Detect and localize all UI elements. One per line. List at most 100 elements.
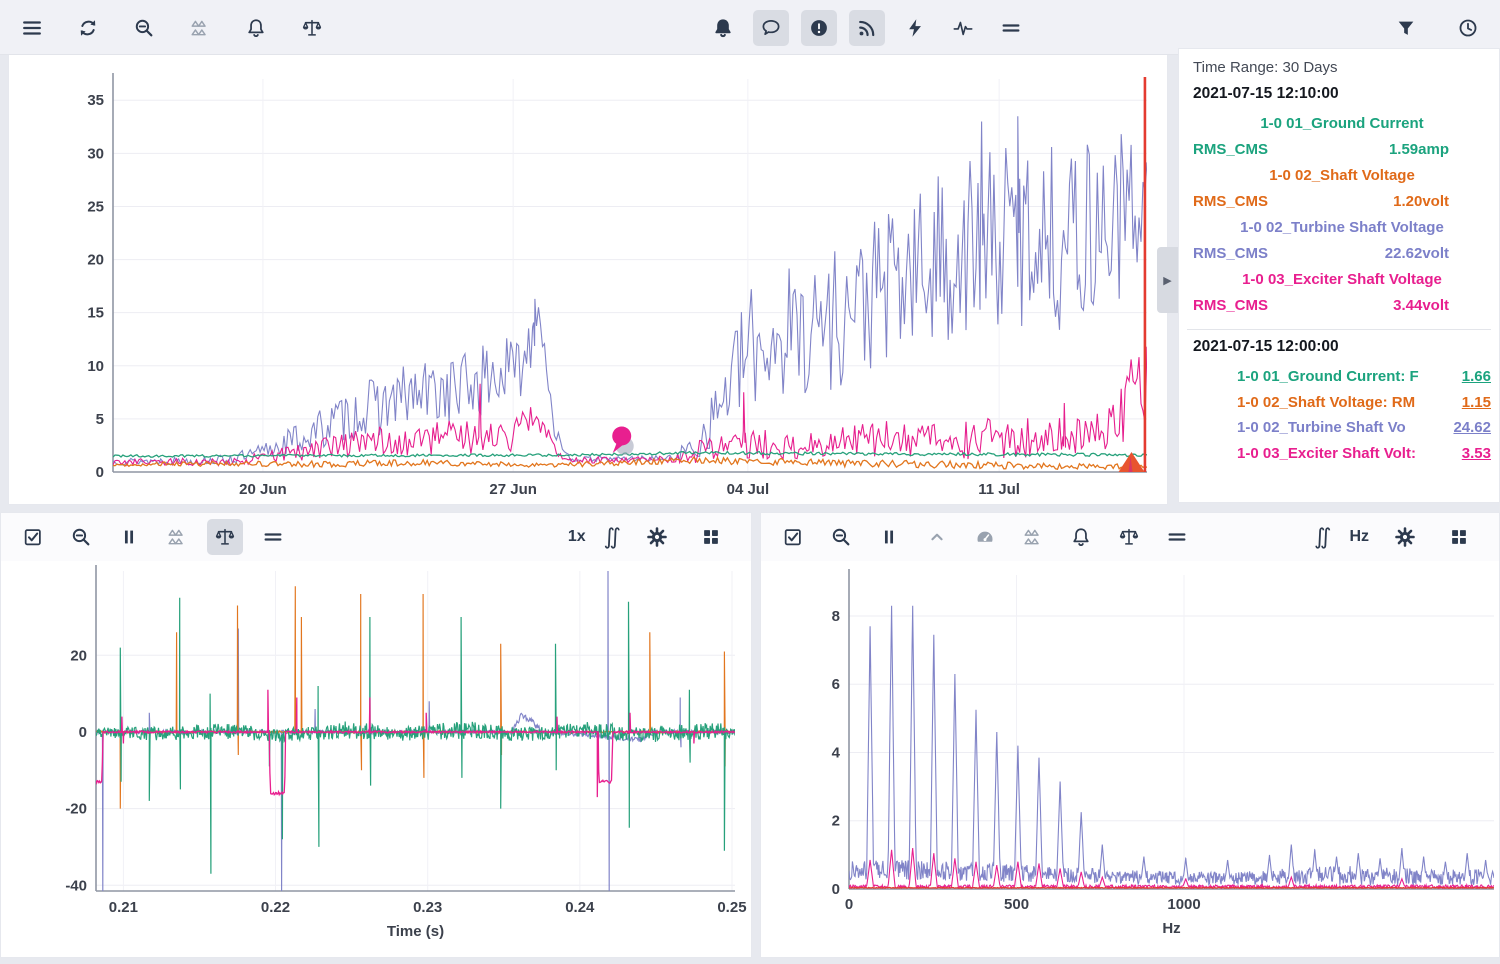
svg-text:8: 8 bbox=[832, 608, 840, 625]
top-toolbar bbox=[0, 0, 1500, 55]
zoom-out-icon[interactable] bbox=[823, 519, 859, 555]
grid-layout-icon[interactable] bbox=[693, 519, 729, 555]
waveform-chart-canvas[interactable]: 200-20-400.210.220.230.240.25Time (s) bbox=[1, 561, 751, 964]
notifications-bell-filled-icon[interactable] bbox=[705, 10, 741, 46]
svg-text:0.22: 0.22 bbox=[261, 899, 290, 916]
history-clock-icon[interactable] bbox=[1450, 10, 1486, 46]
settings-gear-icon[interactable] bbox=[639, 519, 675, 555]
trend-chart-svg: 0510152025303520 Jun27 Jun04 Jul11 Jul bbox=[9, 55, 1169, 505]
double-integral-button[interactable]: ∬ bbox=[604, 524, 621, 550]
metric-label: RMS_CMS bbox=[1193, 241, 1268, 267]
gauge-icon[interactable] bbox=[967, 519, 1003, 555]
svg-text:4: 4 bbox=[832, 744, 841, 761]
series-1-0 02_Shaft Voltage RMS bbox=[113, 457, 1147, 469]
series-group bbox=[113, 116, 1147, 469]
refresh-icon[interactable] bbox=[70, 10, 106, 46]
menu-icon[interactable] bbox=[14, 10, 50, 46]
trend-chart-icon[interactable] bbox=[1015, 519, 1051, 555]
pause-icon[interactable] bbox=[871, 519, 907, 555]
grid-layout-icon[interactable] bbox=[1441, 519, 1477, 555]
wave-chart-svg: 200-20-400.210.220.230.240.25Time (s) bbox=[1, 561, 751, 959]
svg-text:27 Jun: 27 Jun bbox=[489, 481, 537, 498]
settings-gear-icon[interactable] bbox=[1387, 519, 1423, 555]
series-ground-current-spectrum bbox=[849, 888, 1494, 889]
series-group bbox=[96, 571, 735, 893]
balance-scales-icon[interactable] bbox=[294, 10, 330, 46]
checkbox-checked-icon[interactable] bbox=[775, 519, 811, 555]
checkbox-checked-icon[interactable] bbox=[15, 519, 51, 555]
spectrum-chart-canvas[interactable]: 0246805001000Hz bbox=[761, 561, 1499, 964]
frequency-unit-button[interactable]: Hz bbox=[1349, 528, 1369, 546]
speed-button[interactable]: 1x bbox=[568, 528, 586, 546]
lightning-icon[interactable] bbox=[897, 10, 933, 46]
caret-up-icon[interactable] bbox=[919, 519, 955, 555]
series-1-0 02_Turbine Shaft Voltage RMS bbox=[113, 116, 1147, 465]
svg-text:35: 35 bbox=[87, 92, 104, 109]
vibration-pulse-icon[interactable] bbox=[945, 10, 981, 46]
svg-text:0: 0 bbox=[79, 724, 87, 741]
metric-value: 22.62volt bbox=[1385, 241, 1449, 267]
waveform-chart-panel: 1x∬ 200-20-400.210.220.230.240.25Time (s… bbox=[0, 512, 752, 958]
spectrum-chart-panel: ∬Hz 0246805001000Hz bbox=[760, 512, 1500, 958]
comment-marker[interactable] bbox=[612, 427, 634, 456]
svg-text:0.25: 0.25 bbox=[717, 899, 746, 916]
svg-text:04 Jul: 04 Jul bbox=[727, 481, 770, 498]
channel-metric-row: RMS_CMS3.44volt bbox=[1193, 293, 1491, 319]
channel-name[interactable]: 1-0 02_Turbine Shaft Voltage bbox=[1193, 215, 1491, 241]
comment-bubble-icon[interactable] bbox=[753, 10, 789, 46]
chevron-right-icon: ▶ bbox=[1163, 274, 1171, 287]
trend-chart-icon[interactable] bbox=[159, 519, 195, 555]
channel-name[interactable]: 1-0 01_Ground Current bbox=[1193, 111, 1491, 137]
metric-label: RMS_CMS bbox=[1193, 293, 1268, 319]
double-integral-button[interactable]: ∬ bbox=[1314, 524, 1331, 550]
top-toolbar-right-group bbox=[1388, 0, 1486, 55]
trend-chart-canvas[interactable]: 0510152025303520 Jun27 Jun04 Jul11 Jul bbox=[9, 55, 1167, 510]
svg-text:2: 2 bbox=[832, 813, 840, 830]
svg-text:10: 10 bbox=[87, 358, 104, 375]
svg-text:25: 25 bbox=[87, 198, 104, 215]
svg-text:500: 500 bbox=[1004, 896, 1029, 913]
svg-text:30: 30 bbox=[87, 145, 104, 162]
channel-value-row[interactable]: 1-0 02_Turbine Shaft Vo24.62 bbox=[1193, 415, 1491, 441]
channel-value-row[interactable]: 1-0 01_Ground Current: F1.66 bbox=[1193, 364, 1491, 390]
svg-text:0: 0 bbox=[96, 464, 104, 481]
balance-scales-icon[interactable] bbox=[207, 519, 243, 555]
svg-text:20: 20 bbox=[87, 252, 104, 269]
svg-text:20 Jun: 20 Jun bbox=[239, 481, 287, 498]
trend-chart-icon[interactable] bbox=[182, 10, 218, 46]
channel-name: 1-0 02_Shaft Voltage: RM bbox=[1237, 390, 1415, 416]
snapshot-channel-list: 1-0 01_Ground Current: F1.661-0 02_Shaft… bbox=[1193, 364, 1491, 466]
channel-name[interactable]: 1-0 02_Shaft Voltage bbox=[1193, 163, 1491, 189]
channel-value: 1.66 bbox=[1462, 364, 1491, 390]
svg-text:20: 20 bbox=[70, 647, 87, 664]
series-exciter-shaft-waveform bbox=[96, 690, 735, 797]
balance-scales-icon[interactable] bbox=[1111, 519, 1147, 555]
svg-text:-20: -20 bbox=[65, 801, 87, 818]
pause-icon[interactable] bbox=[111, 519, 147, 555]
equals-menu-icon[interactable] bbox=[1159, 519, 1195, 555]
live-feed-icon[interactable] bbox=[849, 10, 885, 46]
channel-name[interactable]: 1-0 03_Exciter Shaft Voltage bbox=[1193, 267, 1491, 293]
svg-text:5: 5 bbox=[96, 411, 104, 428]
alarm-bell-icon[interactable] bbox=[1063, 519, 1099, 555]
alert-circle-icon[interactable] bbox=[801, 10, 837, 46]
series-ground-current-waveform bbox=[96, 598, 735, 874]
time-range-label: Time Range: 30 Days bbox=[1193, 59, 1491, 76]
channel-value-row[interactable]: 1-0 03_Exciter Shaft Volt:3.53 bbox=[1193, 441, 1491, 467]
metric-value: 1.20volt bbox=[1393, 189, 1449, 215]
equals-menu-icon[interactable] bbox=[255, 519, 291, 555]
zoom-out-icon[interactable] bbox=[63, 519, 99, 555]
metric-value: 1.59amp bbox=[1389, 137, 1449, 163]
waveform-toolbar: 1x ∬ bbox=[1, 513, 751, 561]
zoom-out-icon[interactable] bbox=[126, 10, 162, 46]
metric-label: RMS_CMS bbox=[1193, 137, 1268, 163]
top-toolbar-left-group bbox=[14, 0, 330, 55]
filter-icon[interactable] bbox=[1388, 10, 1424, 46]
legend-divider bbox=[1187, 329, 1491, 330]
equals-menu-icon[interactable] bbox=[993, 10, 1029, 46]
panel-collapse-handle[interactable]: ▶ bbox=[1157, 247, 1178, 313]
channel-value-row[interactable]: 1-0 02_Shaft Voltage: RM1.15 bbox=[1193, 390, 1491, 416]
alarm-bell-icon[interactable] bbox=[238, 10, 274, 46]
axis-labels: 200-20-400.210.220.230.240.25 bbox=[65, 647, 746, 916]
channel-value: 24.62 bbox=[1453, 415, 1491, 441]
